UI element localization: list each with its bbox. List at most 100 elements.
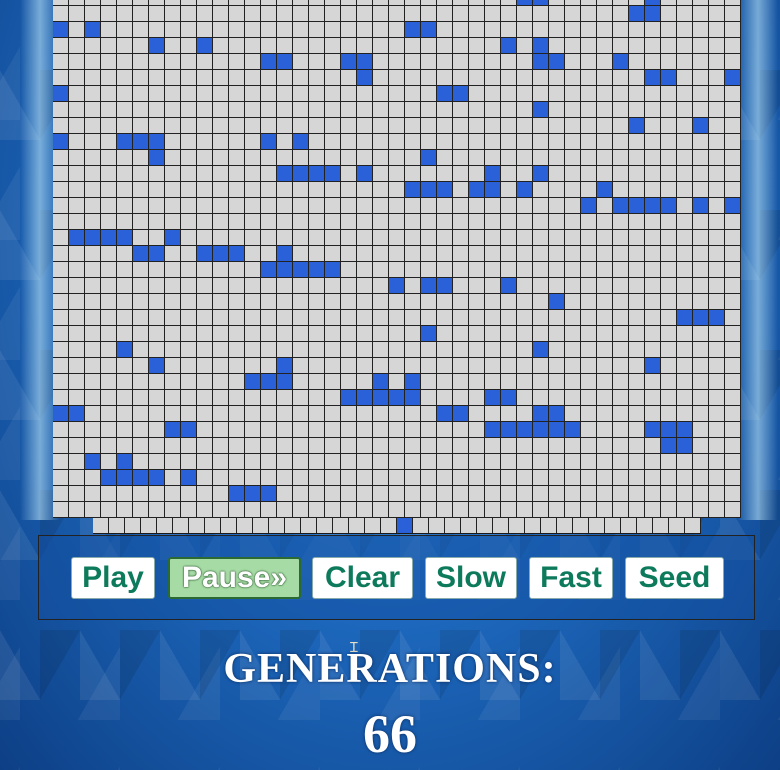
board-cell[interactable] [357,390,373,406]
board-cell[interactable] [469,86,485,102]
board-cell[interactable] [85,246,101,262]
board-cell[interactable] [517,454,533,470]
board-cell[interactable] [373,150,389,166]
board-cell[interactable] [101,22,117,38]
board-cell[interactable] [485,310,501,326]
board-cell[interactable] [69,502,85,518]
board-cell[interactable] [437,470,453,486]
board-cell[interactable] [613,22,629,38]
board-cell[interactable] [245,134,261,150]
board-cell[interactable] [229,182,245,198]
board-cell[interactable] [421,22,437,38]
board-cell[interactable] [437,86,453,102]
board-cell[interactable] [133,150,149,166]
board-cell[interactable] [661,294,677,310]
board-cell[interactable] [69,470,85,486]
board-cell[interactable] [293,310,309,326]
board-cell[interactable] [133,422,149,438]
board-cell[interactable] [485,22,501,38]
board-cell[interactable] [293,118,309,134]
board-cell[interactable] [101,502,117,518]
board-cell[interactable] [469,262,485,278]
board-cell[interactable] [725,486,741,502]
board-cell[interactable] [693,326,709,342]
board-cell[interactable] [197,438,213,454]
board-cell[interactable] [517,486,533,502]
board-cell[interactable] [693,470,709,486]
board-cell[interactable] [581,454,597,470]
board-cell[interactable] [405,454,421,470]
board-cell[interactable] [309,118,325,134]
board-cell[interactable] [197,150,213,166]
board-cell[interactable] [229,310,245,326]
board-cell[interactable] [181,278,197,294]
board-cell[interactable] [549,118,565,134]
board-cell[interactable] [245,390,261,406]
board-cell[interactable] [373,278,389,294]
board-cell[interactable] [245,54,261,70]
board-cell[interactable] [85,150,101,166]
board-cell[interactable] [581,150,597,166]
board-cell[interactable] [517,182,533,198]
board-cell[interactable] [85,118,101,134]
board-cell[interactable] [149,278,165,294]
board-cell[interactable] [469,438,485,454]
board-cell[interactable] [565,390,581,406]
board-cell[interactable] [53,182,69,198]
board-cell[interactable] [581,406,597,422]
board-cell[interactable] [165,118,181,134]
board-cell[interactable] [677,6,693,22]
board-cell[interactable] [53,134,69,150]
board-cell[interactable] [221,518,237,533]
board-cell[interactable] [429,518,445,533]
board-cell[interactable] [725,454,741,470]
board-cell[interactable] [133,214,149,230]
board-cell[interactable] [245,214,261,230]
board-cell[interactable] [677,454,693,470]
board-cell[interactable] [277,134,293,150]
board-cell[interactable] [181,134,197,150]
board-cell[interactable] [629,486,645,502]
board-cell[interactable] [469,38,485,54]
board-cell[interactable] [437,486,453,502]
board-cell[interactable] [325,358,341,374]
board-cell[interactable] [181,214,197,230]
board-cell[interactable] [101,102,117,118]
board-cell[interactable] [501,390,517,406]
board-cell[interactable] [405,134,421,150]
board-cell[interactable] [725,102,741,118]
board-cell[interactable] [629,422,645,438]
board-cell[interactable] [469,102,485,118]
board-cell[interactable] [149,502,165,518]
board-cell[interactable] [149,118,165,134]
board-cell[interactable] [341,38,357,54]
board-cell[interactable] [197,310,213,326]
board-cell[interactable] [213,230,229,246]
board-cell[interactable] [165,38,181,54]
board-cell[interactable] [661,54,677,70]
board-cell[interactable] [469,150,485,166]
board-cell[interactable] [101,214,117,230]
board-cell[interactable] [613,6,629,22]
board-cell[interactable] [613,134,629,150]
board-cell[interactable] [197,6,213,22]
board-cell[interactable] [213,182,229,198]
board-cell[interactable] [85,54,101,70]
board-cell[interactable] [357,278,373,294]
board-cell[interactable] [581,326,597,342]
board-cell[interactable] [501,102,517,118]
board-cell[interactable] [453,278,469,294]
board-cell[interactable] [157,518,173,533]
board-cell[interactable] [565,118,581,134]
board-cell[interactable] [165,102,181,118]
board-cell[interactable] [181,502,197,518]
game-board-bottom-row[interactable] [93,518,701,534]
board-cell[interactable] [101,486,117,502]
board-cell[interactable] [69,182,85,198]
board-cell[interactable] [389,438,405,454]
board-cell[interactable] [309,198,325,214]
board-cell[interactable] [357,294,373,310]
board-cell[interactable] [661,70,677,86]
board-cell[interactable] [293,22,309,38]
board-cell[interactable] [725,166,741,182]
